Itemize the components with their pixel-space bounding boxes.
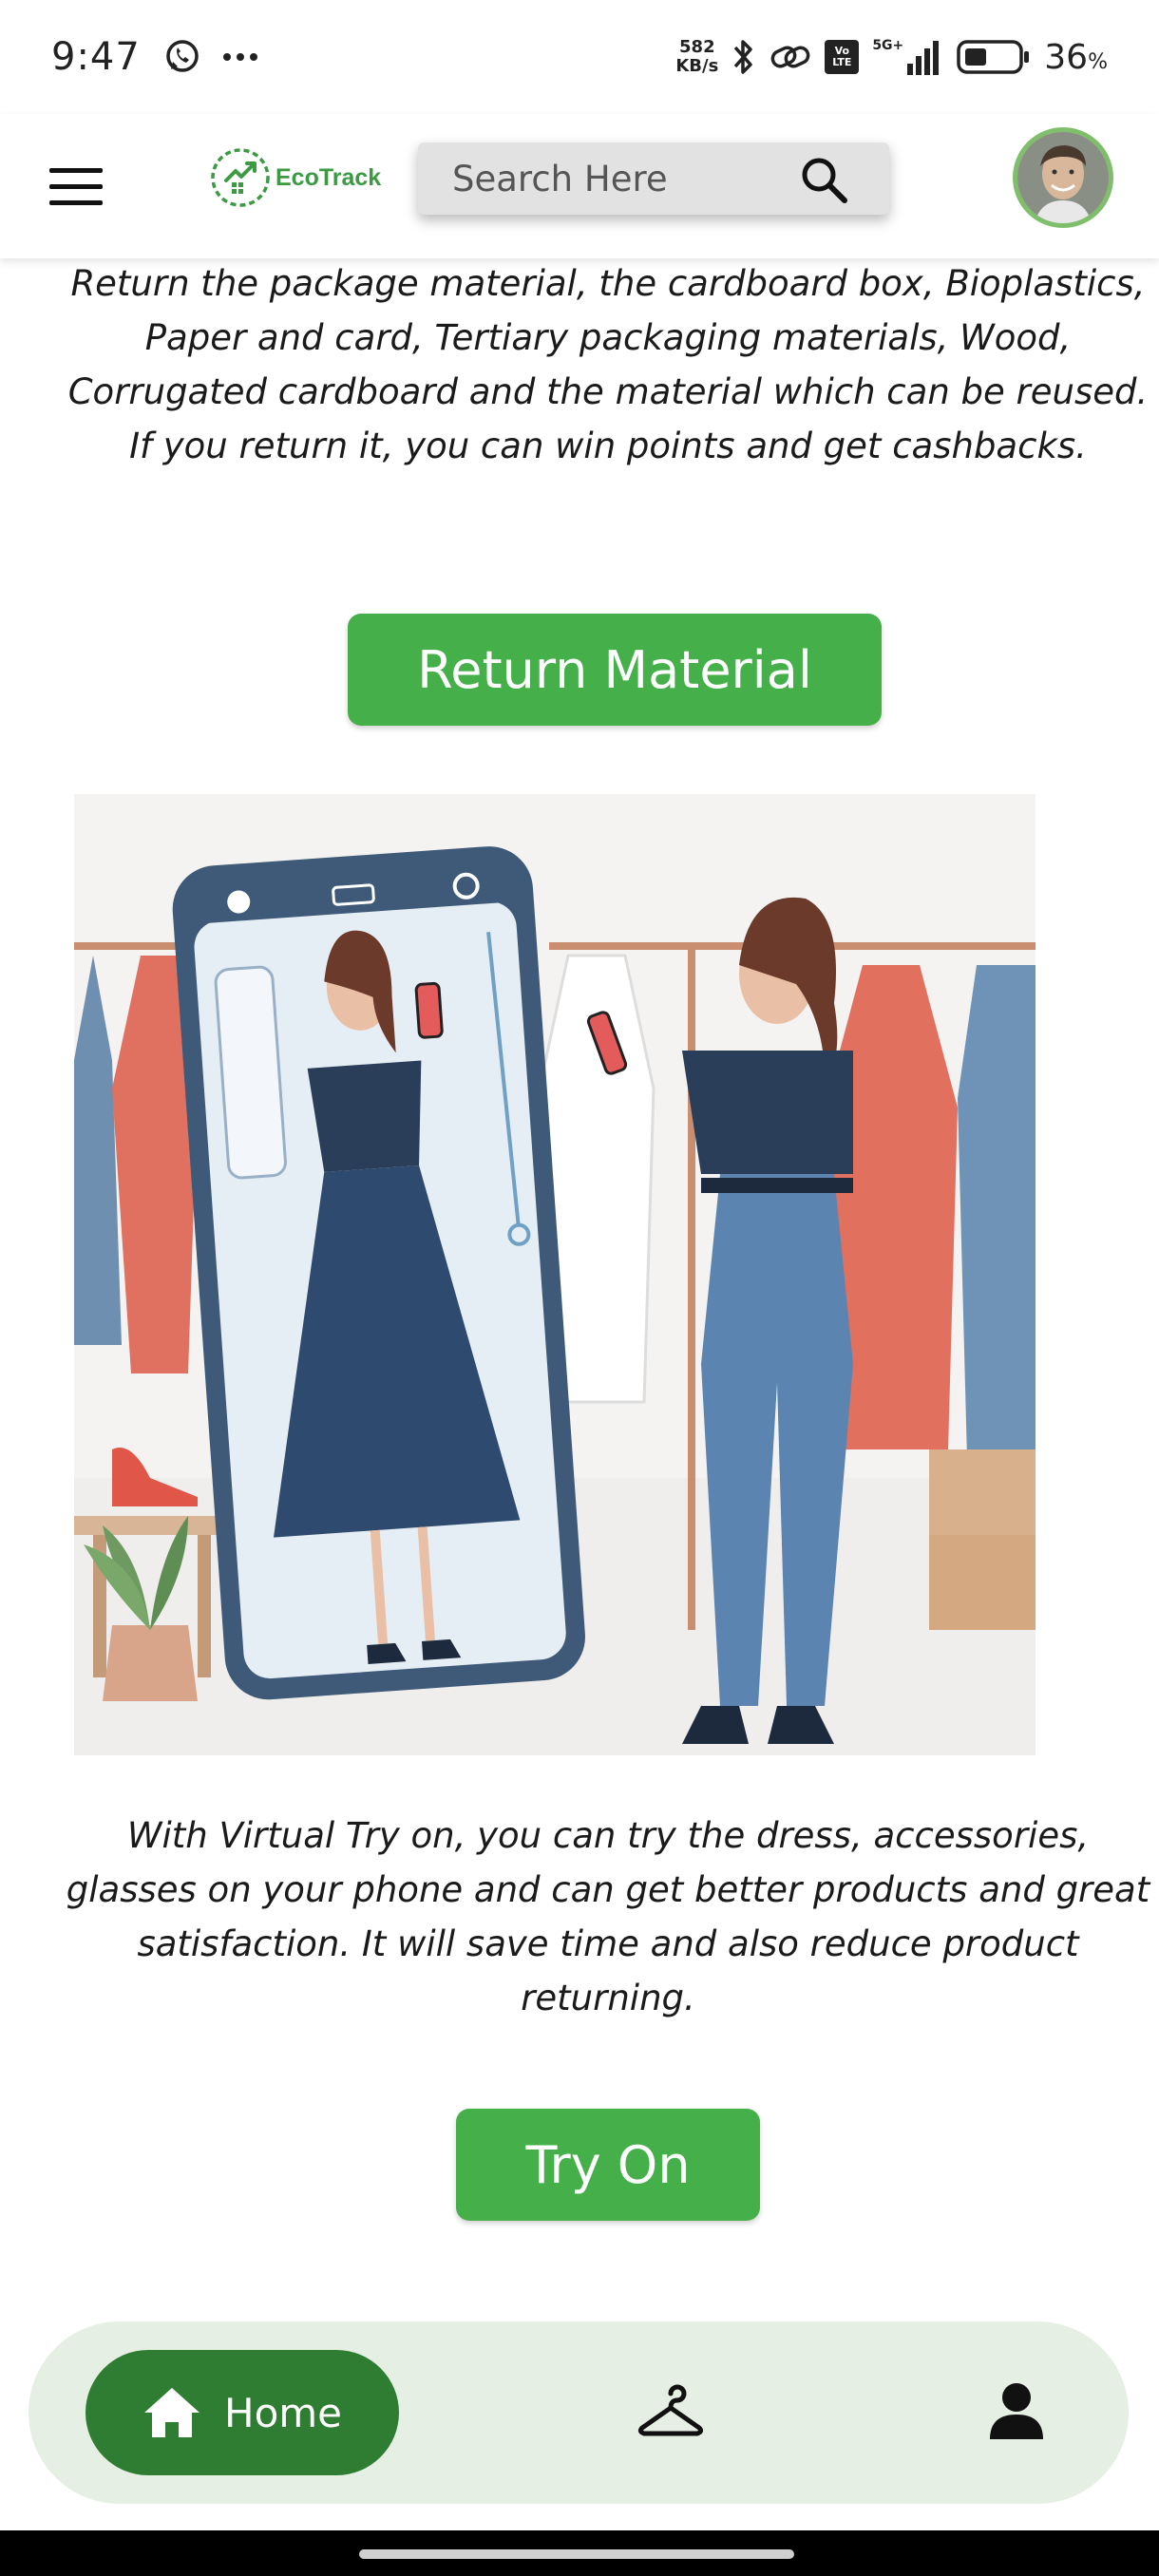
hamburger-icon-line [49, 167, 103, 173]
signal-icon [907, 41, 940, 75]
app-logo[interactable]: EcoTrack [209, 146, 381, 209]
hanger-icon[interactable] [636, 2378, 705, 2447]
hamburger-icon-line [49, 199, 103, 205]
signal-group: 5G+ [872, 39, 943, 75]
gesture-handle[interactable] [359, 2549, 794, 2559]
logo-text: EcoTrack [276, 163, 382, 191]
nav-home[interactable]: Home [86, 2350, 399, 2475]
more-notifications-icon [222, 53, 257, 61]
virtual-try-on-illustration [74, 794, 1036, 1755]
network-speed-unit: KB/s [675, 56, 719, 76]
return-description: Return the package material, the cardboa… [67, 263, 1149, 466]
try-on-button[interactable]: Try On [456, 2109, 760, 2221]
system-navigation-area [0, 2530, 1159, 2576]
status-time: 9:47 [51, 35, 141, 79]
volte-label: Vo LTE [832, 45, 852, 68]
status-right: 582 KB/s Vo LTE 5G+ 36% [675, 36, 1108, 78]
network-speed-value: 582 [679, 37, 715, 57]
menu-button[interactable] [49, 158, 106, 215]
search-input[interactable] [452, 158, 775, 199]
network-speed: 582 KB/s [675, 38, 718, 76]
try-on-scene [74, 794, 1036, 1755]
whatsapp-icon [166, 40, 199, 72]
volte-badge: Vo LTE [825, 40, 860, 74]
app-bar: EcoTrack [0, 114, 1159, 258]
network-type: 5G+ [872, 38, 904, 53]
hamburger-icon-line [49, 183, 103, 189]
nav-home-label: Home [223, 2389, 343, 2436]
status-left-icons [163, 38, 260, 76]
battery-percent: 36 [1044, 37, 1089, 77]
battery-icon [957, 40, 1030, 74]
home-icon [143, 2388, 200, 2437]
bluetooth-icon [734, 40, 753, 74]
search-bar[interactable] [418, 142, 889, 215]
person-icon[interactable] [982, 2377, 1051, 2445]
search-icon[interactable] [798, 154, 849, 205]
tryon-description: With Virtual Try on, you can try the dre… [66, 1815, 1150, 2018]
user-avatar[interactable] [1013, 127, 1113, 228]
link-icon [770, 46, 810, 68]
battery-level: 36% [1044, 38, 1108, 77]
page: 9:47 582 KB/s Vo LTE 5G+ 36% EcoTrack Se… [0, 0, 1159, 2576]
avatar-portrait [1017, 132, 1109, 223]
return-material-button[interactable]: Return Material [348, 614, 882, 726]
bottom-navigation: Home [28, 2321, 1129, 2504]
ecotrack-logo-icon [211, 148, 270, 207]
status-bar: 9:47 582 KB/s Vo LTE 5G+ 36% [0, 0, 1159, 114]
battery-unit: % [1088, 49, 1108, 74]
